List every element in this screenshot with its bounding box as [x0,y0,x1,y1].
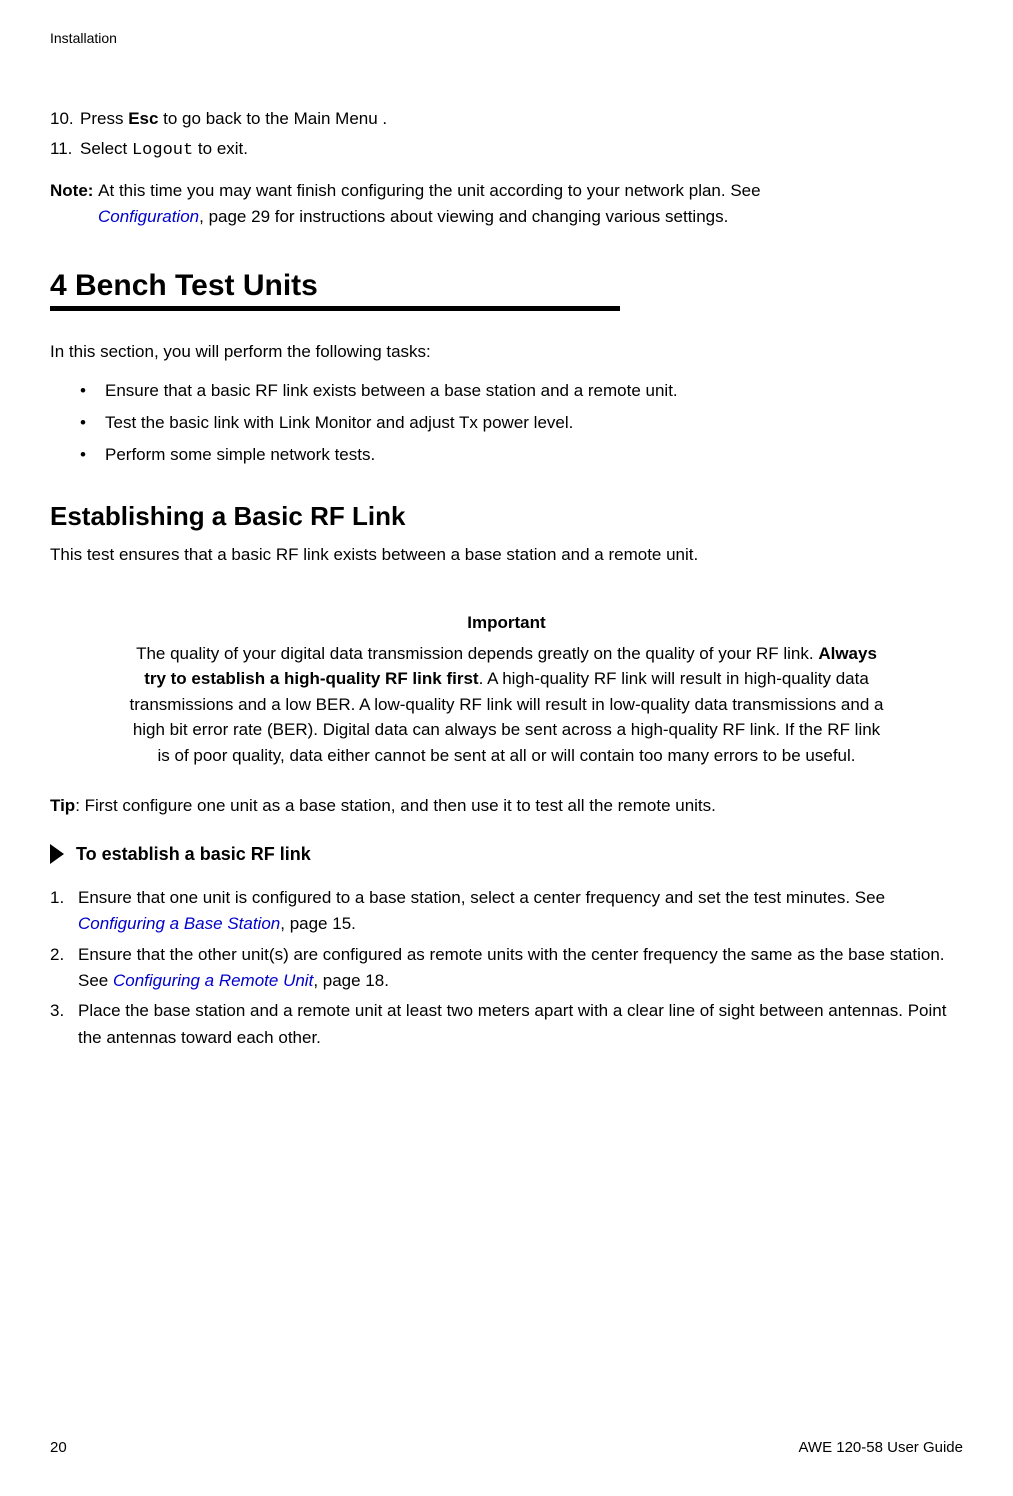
item-body: Ensure that the other unit(s) are config… [78,942,963,995]
list-item: 2. Ensure that the other unit(s) are con… [50,942,963,995]
note-label: Note: [50,181,98,200]
esc-key: Esc [128,109,158,128]
configuration-link[interactable]: Configuration [98,207,199,226]
item-body: Ensure that one unit is configured to a … [78,885,963,938]
note-continuation: Configuration, page 29 for instructions … [50,204,963,230]
step-number: 10. [50,106,80,132]
note-line1: At this time you may want finish configu… [98,181,760,200]
note-line2: , page 29 for instructions about viewing… [199,207,728,226]
logout-command: Logout [132,141,193,160]
section-heading: 4 Bench Test Units [50,269,963,303]
note-block: Note: At this time you may want finish c… [50,178,963,229]
subsection-body: This test ensures that a basic RF link e… [50,542,963,568]
subsection-heading: Establishing a Basic RF Link [50,501,963,532]
tip-block: Tip: First configure one unit as a base … [50,793,963,819]
list-item: Perform some simple network tests. [105,439,963,471]
page-number: 20 [50,1439,67,1456]
page-footer: 20 AWE 120-58 User Guide [50,1439,963,1456]
task-bullet-list: Ensure that a basic RF link exists betwe… [50,375,963,472]
step-text: Press Esc to go back to the Main Menu . [80,106,963,132]
section-rule [50,306,620,311]
important-text: The quality of your digital data transmi… [125,641,888,769]
tip-text: : First configure one unit as a base sta… [75,796,716,815]
section-intro: In this section, you will perform the fo… [50,339,963,365]
tip-label: Tip [50,796,75,815]
guide-name: AWE 120-58 User Guide [798,1439,963,1456]
config-remote-unit-link[interactable]: Configuring a Remote Unit [113,971,313,990]
step-10: 10. Press Esc to go back to the Main Men… [50,106,963,132]
arrow-right-icon [50,844,64,864]
header-section-name: Installation [50,30,117,46]
item-number: 3. [50,998,78,1024]
step-text: Select Logout to exit. [80,136,963,164]
procedure-list: 1. Ensure that one unit is configured to… [50,885,963,1051]
procedure-heading: To establish a basic RF link [50,844,963,865]
procedure-title: To establish a basic RF link [76,844,311,865]
item-number: 1. [50,885,78,911]
list-item: Test the basic link with Link Monitor an… [105,407,963,439]
item-number: 2. [50,942,78,968]
step-number: 11. [50,136,80,164]
important-heading: Important [125,613,888,633]
list-item: 3. Place the base station and a remote u… [50,998,963,1051]
page-container: Installation 10. Press Esc to go back to… [0,0,1013,1496]
item-body: Place the base station and a remote unit… [78,998,963,1051]
continued-steps-list: 10. Press Esc to go back to the Main Men… [50,106,963,163]
list-item: 1. Ensure that one unit is configured to… [50,885,963,938]
list-item: Ensure that a basic RF link exists betwe… [105,375,963,407]
config-base-station-link[interactable]: Configuring a Base Station [78,914,280,933]
page-header: Installation [50,30,963,46]
important-block: Important The quality of your digital da… [125,613,888,769]
step-11: 11. Select Logout to exit. [50,136,963,164]
